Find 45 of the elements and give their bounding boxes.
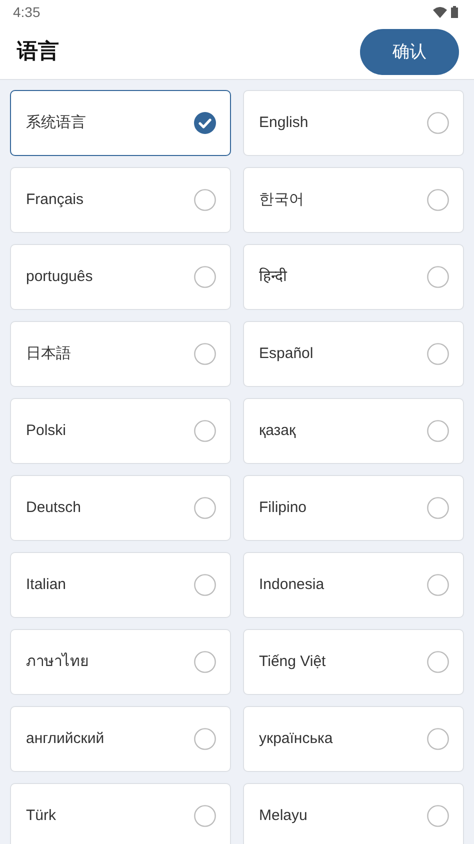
language-option[interactable]: Indonesia — [243, 552, 464, 618]
language-option[interactable]: қазақ — [243, 398, 464, 464]
language-option[interactable]: Polski — [10, 398, 231, 464]
language-option[interactable]: українська — [243, 706, 464, 772]
wifi-icon — [433, 6, 447, 18]
radio-icon — [427, 266, 449, 288]
language-option[interactable]: हिन्दी — [243, 244, 464, 310]
radio-icon — [194, 189, 216, 211]
radio-icon — [427, 805, 449, 827]
status-time: 4:35 — [13, 2, 40, 22]
language-option[interactable]: Türk — [10, 783, 231, 844]
language-option[interactable]: English — [243, 90, 464, 156]
radio-icon — [194, 420, 216, 442]
radio-icon — [427, 189, 449, 211]
radio-icon — [194, 343, 216, 365]
radio-icon — [427, 574, 449, 596]
language-option[interactable]: 系统语言 — [10, 90, 231, 156]
language-option[interactable]: português — [10, 244, 231, 310]
language-option[interactable]: Italian — [10, 552, 231, 618]
check-icon — [194, 112, 216, 134]
page-title: 语言 — [17, 38, 59, 65]
radio-icon — [427, 497, 449, 519]
radio-icon — [427, 343, 449, 365]
radio-icon — [194, 728, 216, 750]
radio-icon — [194, 574, 216, 596]
battery-icon — [451, 6, 458, 18]
radio-icon — [194, 651, 216, 673]
language-option[interactable]: Français — [10, 167, 231, 233]
radio-icon — [427, 420, 449, 442]
language-option[interactable]: Español — [243, 321, 464, 387]
radio-icon — [427, 728, 449, 750]
radio-icon — [194, 266, 216, 288]
language-option[interactable]: ภาษาไทย — [10, 629, 231, 695]
confirm-button[interactable]: 确认 — [360, 28, 459, 74]
language-option[interactable]: Deutsch — [10, 475, 231, 541]
language-option[interactable]: Tiếng Việt — [243, 629, 464, 695]
language-option[interactable]: Filipino — [243, 475, 464, 541]
language-option[interactable]: Melayu — [243, 783, 464, 844]
radio-icon — [427, 112, 449, 134]
radio-icon — [194, 805, 216, 827]
language-option[interactable]: 한국어 — [243, 167, 464, 233]
radio-icon — [427, 651, 449, 673]
radio-icon — [194, 497, 216, 519]
language-option[interactable]: 日本語 — [10, 321, 231, 387]
language-option[interactable]: английский — [10, 706, 231, 772]
